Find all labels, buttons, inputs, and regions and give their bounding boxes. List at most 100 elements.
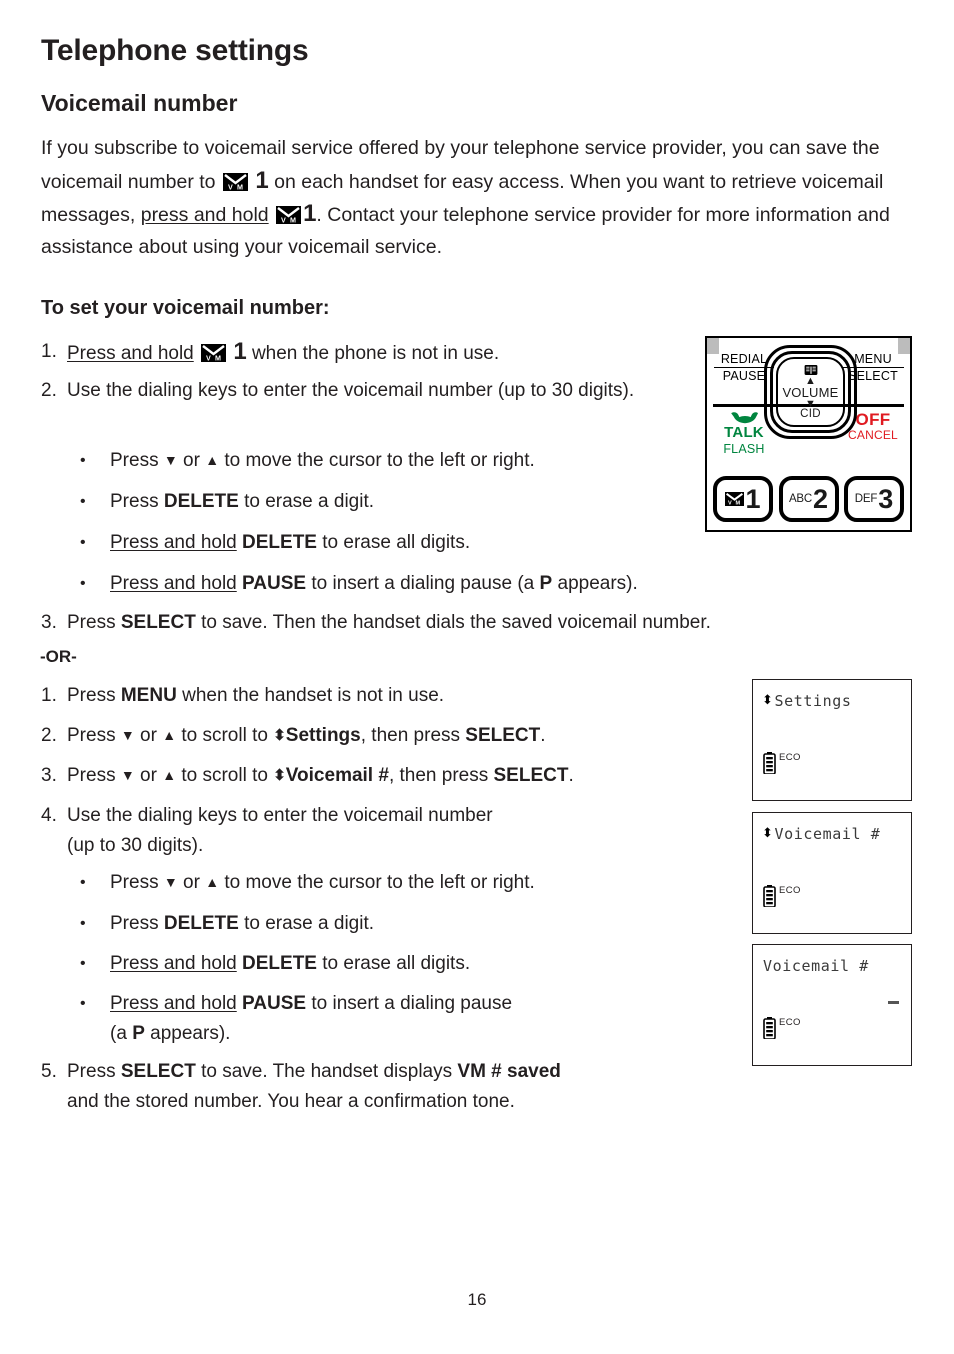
bullet-text: Press ▼ or ▲ to move the cursor to the l…	[110, 446, 720, 476]
bullet-dot: •	[80, 493, 86, 510]
bullet-post: to move the cursor to the left or right.	[224, 450, 535, 471]
eco-label: ECO	[779, 1017, 801, 1028]
bullet-dot: •	[80, 452, 86, 469]
volume-label: VOLUME	[782, 384, 839, 400]
list-text: Use the dialing keys to enter the voicem…	[67, 801, 661, 861]
step-mid: or	[140, 765, 157, 786]
procedure-a-bullet-3: • Press and hold DELETE to erase all dig…	[80, 528, 720, 558]
svg-text:M: M	[237, 182, 243, 191]
lcd-menu-text: Settings	[774, 692, 852, 710]
procedure-b-step-2: 2. Press ▼ or ▲ to scroll to ⬍Settings, …	[41, 721, 741, 751]
dial-key-digit: 3	[878, 483, 894, 514]
step-comma: , then press	[388, 765, 489, 786]
intro-paragraph: If you subscribe to voicemail service of…	[41, 133, 891, 263]
list-text: Press SELECT to save. The handset displa…	[67, 1057, 721, 1117]
dial-key-letters: DEF	[854, 493, 878, 505]
procedure-b-bullet-2: • Press DELETE to erase a digit.	[80, 909, 720, 939]
procedure-b-step-3: 3. Press ▼ or ▲ to scroll to ⬍Voicemail …	[41, 761, 741, 791]
list-number: 3.	[41, 612, 57, 633]
svg-text:V: V	[728, 501, 732, 506]
bullet-post: to insert a dialing pause (a	[311, 573, 535, 594]
nav-ring-center-labels: ▲ VOLUME ▼ CID	[779, 360, 842, 424]
key-name-select: SELECT	[120, 612, 196, 633]
step-line-1: Use the dialing keys to enter the voicem…	[67, 805, 493, 826]
list-text: Press MENU when the handset is not in us…	[67, 681, 741, 711]
step-key-digit: 1	[233, 338, 247, 365]
bullet-text: Press and hold PAUSE to insert a dialing…	[110, 989, 720, 1049]
arrow-up-icon: ▲	[205, 874, 220, 890]
procedure-b-bullet-4: • Press and hold PAUSE to insert a diali…	[80, 989, 720, 1049]
step-pre: Press	[67, 1061, 116, 1082]
step-to: to scroll to	[181, 765, 268, 786]
press-and-hold-underline: Press and hold	[110, 953, 237, 974]
step-rest-text: when the phone is not in use.	[251, 343, 500, 364]
cid-label: CID	[800, 407, 821, 420]
battery-icon	[763, 885, 776, 907]
key-name-delete: DELETE	[163, 913, 239, 934]
key-name-menu: MENU	[120, 685, 177, 706]
step-post: and the stored number. You hear a confir…	[67, 1091, 515, 1112]
key-name-select: SELECT	[465, 725, 541, 746]
svg-text:M: M	[736, 501, 741, 506]
bullet-text: Press ▼ or ▲ to move the cursor to the l…	[110, 868, 720, 898]
envelope-vm-icon: V M	[276, 206, 302, 224]
bullet-post: to insert a dialing pause	[311, 993, 513, 1014]
step-period: .	[540, 725, 546, 746]
dial-key-1: V M 1	[713, 476, 773, 522]
procedure-b-bullet-1: • Press ▼ or ▲ to move the cursor to the…	[80, 868, 720, 898]
step-post: when the handset is not in use.	[182, 685, 445, 706]
step-post: to save. Then the handset dials the save…	[201, 612, 711, 633]
press-and-hold-underline: Press and hold	[67, 343, 194, 364]
key-name-delete: DELETE	[242, 953, 317, 974]
up-down-arrow-icon: ⬍	[273, 767, 286, 784]
up-down-arrow-icon: ⬍	[273, 727, 286, 744]
step-line-2: (up to 30 digits).	[67, 835, 204, 856]
arrow-down-icon: ▼	[163, 874, 178, 890]
bullet-pre: Press	[110, 450, 159, 471]
intro-key-digit: 1	[255, 166, 269, 194]
step-mid: to save. The handset displays	[201, 1061, 453, 1082]
lcd-menu-text: Voicemail #	[763, 957, 869, 975]
dial-key-digit: 1	[745, 483, 761, 514]
lcd-screen-voicemail-entry: Voicemail # ECO	[752, 944, 912, 1066]
list-number: 3.	[41, 765, 57, 786]
handset-keypad-figure: REDIAL PAUSE MENU SELECT TALK FLASH OFF …	[705, 336, 912, 532]
eco-label: ECO	[779, 885, 801, 896]
procedure-b-step-5: 5. Press SELECT to save. The handset dis…	[41, 1057, 721, 1117]
pause-char-p: P	[539, 573, 553, 594]
bullet-mid: or	[183, 450, 200, 471]
list-number: 2.	[41, 725, 57, 746]
lcd-menu-line: ⬍ Settings	[762, 692, 852, 710]
procedure-a-bullet-4: • Press and hold PAUSE to insert a diali…	[80, 569, 760, 599]
list-number: 5.	[41, 1061, 57, 1082]
step-comma: , then press	[360, 725, 461, 746]
step-pre: Press	[67, 685, 116, 706]
key-name-pause: PAUSE	[242, 993, 307, 1014]
lcd-text-cursor	[888, 1001, 899, 1004]
procedure-a-step-1: 1. Press and hold V M 1 when the phone i…	[41, 337, 681, 369]
bullet-post: to move the cursor to the left or right.	[224, 872, 535, 893]
dial-key-2: ABC 2	[778, 476, 839, 522]
bullet-line2-post: appears).	[150, 1023, 231, 1044]
lcd-menu-line: ⬍ Voicemail #	[762, 825, 880, 843]
procedure-b-step-1: 1. Press MENU when the handset is not in…	[41, 681, 741, 711]
press-and-hold-underline: Press and hold	[110, 573, 237, 594]
step-pre: Press	[67, 765, 116, 786]
svg-text:V: V	[281, 215, 286, 224]
bullet-mid: or	[183, 872, 200, 893]
procedure-a-heading: To set your voicemail number:	[41, 297, 330, 319]
bullet-dot: •	[80, 915, 86, 932]
flash-label: FLASH	[723, 441, 765, 456]
telephone-handset-icon	[731, 412, 758, 424]
volume-down-arrow-icon: ▼	[805, 397, 816, 410]
dial-key-3: DEF 3	[844, 476, 904, 522]
bullet-dot: •	[80, 995, 86, 1012]
bullet-dot: •	[80, 955, 86, 972]
step-period: .	[568, 765, 574, 786]
intro-press-and-hold: press and hold	[140, 204, 269, 226]
procedure-b-bullet-3: • Press and hold DELETE to erase all dig…	[80, 949, 720, 979]
step-pre: Press	[67, 612, 116, 633]
key-name-select: SELECT	[120, 1061, 196, 1082]
lcd-status-area: ECO	[763, 885, 801, 907]
list-number: 2.	[41, 380, 57, 401]
